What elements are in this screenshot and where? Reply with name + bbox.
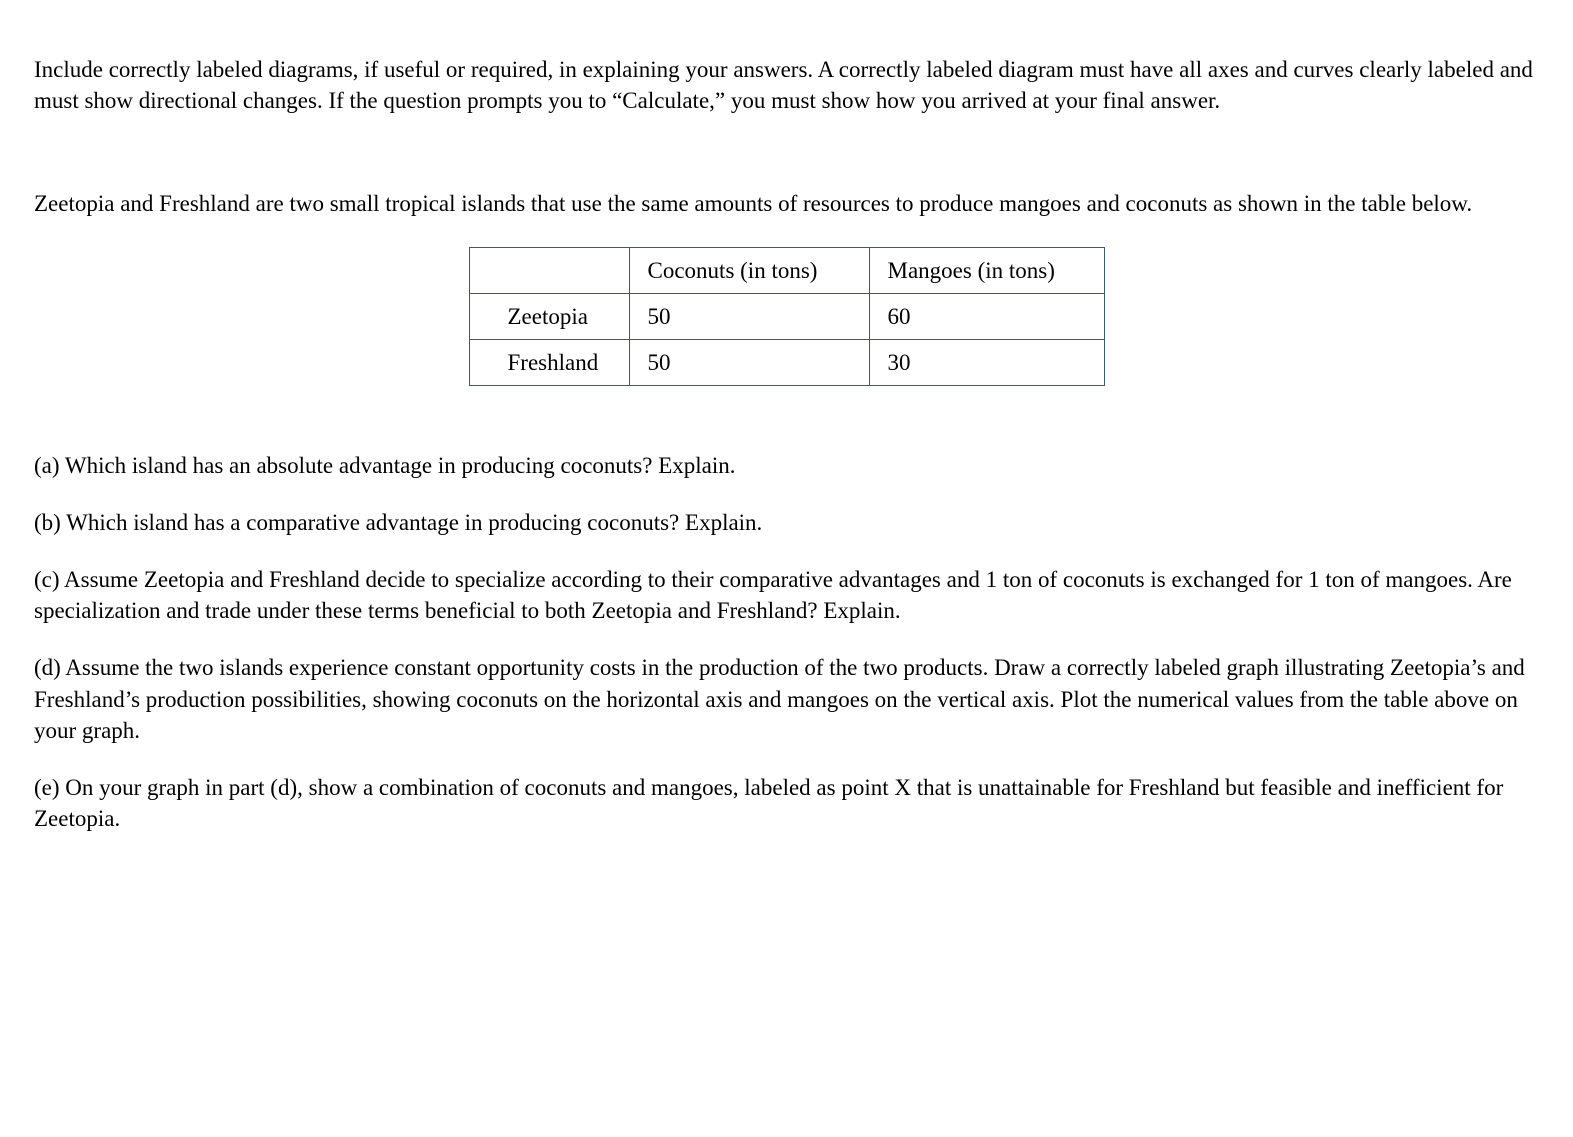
header-coconuts: Coconuts (in tons) bbox=[629, 248, 869, 294]
question-c: (c) Assume Zeetopia and Freshland decide… bbox=[34, 564, 1539, 626]
table-row: Freshland 50 30 bbox=[469, 340, 1104, 386]
question-e: (e) On your graph in part (d), show a co… bbox=[34, 772, 1539, 834]
zeetopia-mangoes: 60 bbox=[869, 294, 1104, 340]
table-row: Zeetopia 50 60 bbox=[469, 294, 1104, 340]
question-d: (d) Assume the two islands experience co… bbox=[34, 652, 1539, 745]
production-table-wrap: Coconuts (in tons) Mangoes (in tons) Zee… bbox=[34, 247, 1539, 386]
freshland-mangoes: 30 bbox=[869, 340, 1104, 386]
question-b: (b) Which island has a comparative advan… bbox=[34, 507, 1539, 538]
production-table: Coconuts (in tons) Mangoes (in tons) Zee… bbox=[469, 247, 1105, 386]
zeetopia-coconuts: 50 bbox=[629, 294, 869, 340]
table-header-row: Coconuts (in tons) Mangoes (in tons) bbox=[469, 248, 1104, 294]
row-label-freshland: Freshland bbox=[469, 340, 629, 386]
header-blank bbox=[469, 248, 629, 294]
question-a: (a) Which island has an absolute advanta… bbox=[34, 450, 1539, 481]
instructions-paragraph: Include correctly labeled diagrams, if u… bbox=[34, 54, 1539, 116]
setup-paragraph: Zeetopia and Freshland are two small tro… bbox=[34, 188, 1539, 219]
header-mangoes: Mangoes (in tons) bbox=[869, 248, 1104, 294]
row-label-zeetopia: Zeetopia bbox=[469, 294, 629, 340]
freshland-coconuts: 50 bbox=[629, 340, 869, 386]
